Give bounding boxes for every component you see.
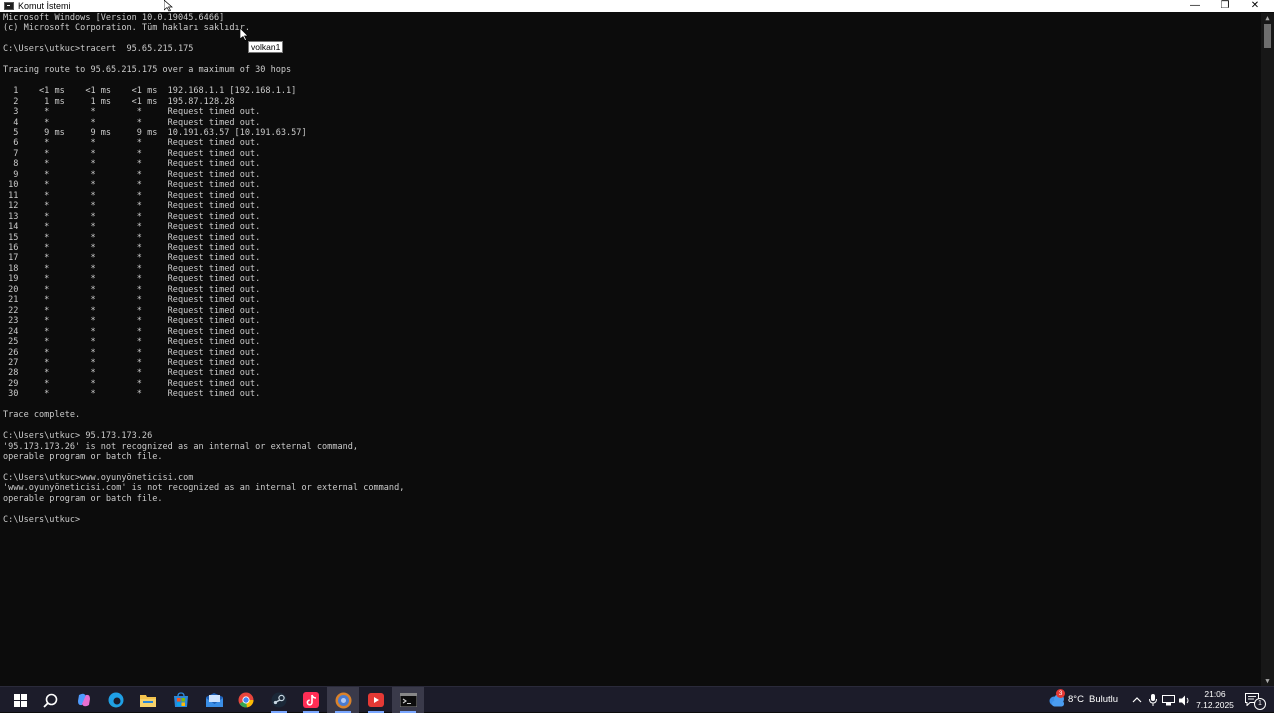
terminal-icon <box>399 693 417 707</box>
console-line: C:\Users\utkuc> <box>3 514 81 525</box>
console-line: 5 9 ms 9 ms 9 ms 10.191.63.57 [10.191.63… <box>3 127 307 138</box>
console-line: 8 * * * Request timed out. <box>3 159 261 170</box>
scrollbar-thumb[interactable] <box>1264 24 1271 48</box>
chevron-up-icon[interactable] <box>1132 696 1142 704</box>
console-line: 15 * * * Request timed out. <box>3 232 261 243</box>
file-explorer-button[interactable] <box>132 687 164 713</box>
console-line: 13 * * * Request timed out. <box>3 211 261 222</box>
console-text: Microsoft Windows [Version 10.0.19045.64… <box>3 13 1260 525</box>
circle-app-button[interactable] <box>327 687 359 713</box>
microsoft-store-button[interactable] <box>165 687 197 713</box>
console-line: 1 <1 ms <1 ms <1 ms 192.168.1.1 [192.168… <box>3 86 297 97</box>
console-line: 7 * * * Request timed out. <box>3 148 261 159</box>
search-icon <box>42 693 57 708</box>
console-line: Tracing route to 95.65.215.175 over a ma… <box>3 65 292 76</box>
console-line: 11 * * * Request timed out. <box>3 190 261 201</box>
file-explorer-icon <box>140 695 156 707</box>
copilot-button[interactable] <box>68 687 100 713</box>
copilot-icon <box>78 693 90 707</box>
console-line: '95.173.173.26' is not recognized as an … <box>3 441 359 452</box>
console-line: 17 * * * Request timed out. <box>3 253 261 264</box>
steam-button[interactable] <box>263 687 295 713</box>
command-prompt-taskbar-button[interactable] <box>392 687 424 713</box>
console-line: (c) Microsoft Corporation. Tüm hakları s… <box>3 23 250 34</box>
console-line: 28 * * * Request timed out. <box>3 368 261 379</box>
media-app-button[interactable] <box>360 687 392 713</box>
window-title: Komut İstemi <box>18 1 71 11</box>
console-line: 16 * * * Request timed out. <box>3 242 261 253</box>
console-line: 18 * * * Request timed out. <box>3 263 261 274</box>
console-line: operable program or batch file. <box>3 452 163 463</box>
vertical-scrollbar[interactable]: ▲ ▼ <box>1261 13 1274 686</box>
console-line: 25 * * * Request timed out. <box>3 337 261 348</box>
chrome-icon <box>238 692 254 708</box>
console-line: 3 * * * Request timed out. <box>3 107 261 118</box>
console-line: 21 * * * Request timed out. <box>3 295 261 306</box>
taskbar: 3 8°C Bulutlu 21:06 7.12.2025 1 <box>0 686 1274 713</box>
console-line: operable program or batch file. <box>3 493 163 504</box>
search-button[interactable] <box>34 687 66 713</box>
microphone-icon[interactable] <box>1149 694 1157 706</box>
close-button[interactable]: ✕ <box>1240 0 1270 12</box>
console-line: 27 * * * Request timed out. <box>3 357 261 368</box>
command-prompt-icon <box>4 2 14 10</box>
volume-icon[interactable] <box>1179 695 1191 706</box>
microsoft-store-icon <box>174 692 188 707</box>
console-line: 26 * * * Request timed out. <box>3 347 261 358</box>
console-line: 24 * * * Request timed out. <box>3 326 261 337</box>
console-line: 'www.oyunyöneticisi.com' is not recogniz… <box>3 483 405 494</box>
app-circle-icon <box>335 692 351 708</box>
edge-button[interactable] <box>100 687 132 713</box>
notification-center-button[interactable]: 1 <box>1240 687 1270 713</box>
notification-count-badge: 1 <box>1254 698 1266 710</box>
console-output[interactable]: Microsoft Windows [Version 10.0.19045.64… <box>3 13 1260 686</box>
console-line: Microsoft Windows [Version 10.0.19045.64… <box>3 13 225 23</box>
console-line: C:\Users\utkuc>tracert 95.65.215.175 <box>3 44 194 55</box>
console-line: 2 1 ms 1 ms <1 ms 195.87.128.28 <box>3 96 235 107</box>
console-line: 29 * * * Request timed out. <box>3 378 261 389</box>
mouse-cursor-icon <box>164 0 173 12</box>
console-line: 30 * * * Request timed out. <box>3 389 261 400</box>
console-line: 12 * * * Request timed out. <box>3 201 261 212</box>
network-icon[interactable] <box>1162 695 1175 706</box>
console-line: 4 * * * Request timed out. <box>3 117 261 128</box>
weather-widget[interactable]: 3 8°C Bulutlu <box>1046 687 1122 713</box>
mail-icon <box>205 692 223 707</box>
console-line: 10 * * * Request timed out. <box>3 180 261 191</box>
mail-button[interactable] <box>198 687 230 713</box>
console-line: 20 * * * Request timed out. <box>3 284 261 295</box>
chrome-button[interactable] <box>230 687 262 713</box>
weather-temp: 8°C <box>1068 694 1084 705</box>
clock-time: 21:06 <box>1204 689 1226 699</box>
steam-icon <box>271 692 287 708</box>
console-line: 6 * * * Request timed out. <box>3 138 261 149</box>
console-line: Trace complete. <box>3 410 81 421</box>
console-line: 14 * * * Request timed out. <box>3 222 261 233</box>
scroll-up-icon[interactable]: ▲ <box>1261 13 1274 23</box>
media-app-icon <box>368 693 384 707</box>
console-line: C:\Users\utkuc> 95.173.173.26 <box>3 431 153 442</box>
console-line: 23 * * * Request timed out. <box>3 316 261 327</box>
console-line: C:\Users\utkuc>www.oyunyöneticisi.com <box>3 472 194 483</box>
weather-alert-badge: 3 <box>1056 689 1065 698</box>
console-line: 22 * * * Request timed out. <box>3 305 261 316</box>
start-button[interactable] <box>4 687 36 713</box>
console-line: 19 * * * Request timed out. <box>3 274 261 285</box>
tiktok-button[interactable] <box>295 687 327 713</box>
console-line: 9 * * * Request timed out. <box>3 169 261 180</box>
weather-condition: Bulutlu <box>1089 694 1119 705</box>
minimize-button[interactable]: — <box>1180 0 1210 12</box>
clock-date: 7.12.2025 <box>1196 700 1234 710</box>
scroll-down-icon[interactable]: ▼ <box>1261 676 1274 686</box>
edge-icon <box>108 692 124 708</box>
clock[interactable]: 21:06 7.12.2025 <box>1196 687 1234 713</box>
text-cursor-icon <box>240 28 249 41</box>
maximize-button[interactable]: ❐ <box>1210 0 1240 12</box>
tiktok-icon <box>303 692 319 708</box>
start-icon <box>13 693 27 707</box>
title-bar[interactable]: Komut İstemi — ❐ ✕ <box>0 0 1274 12</box>
tooltip: volkan1 <box>248 41 284 53</box>
